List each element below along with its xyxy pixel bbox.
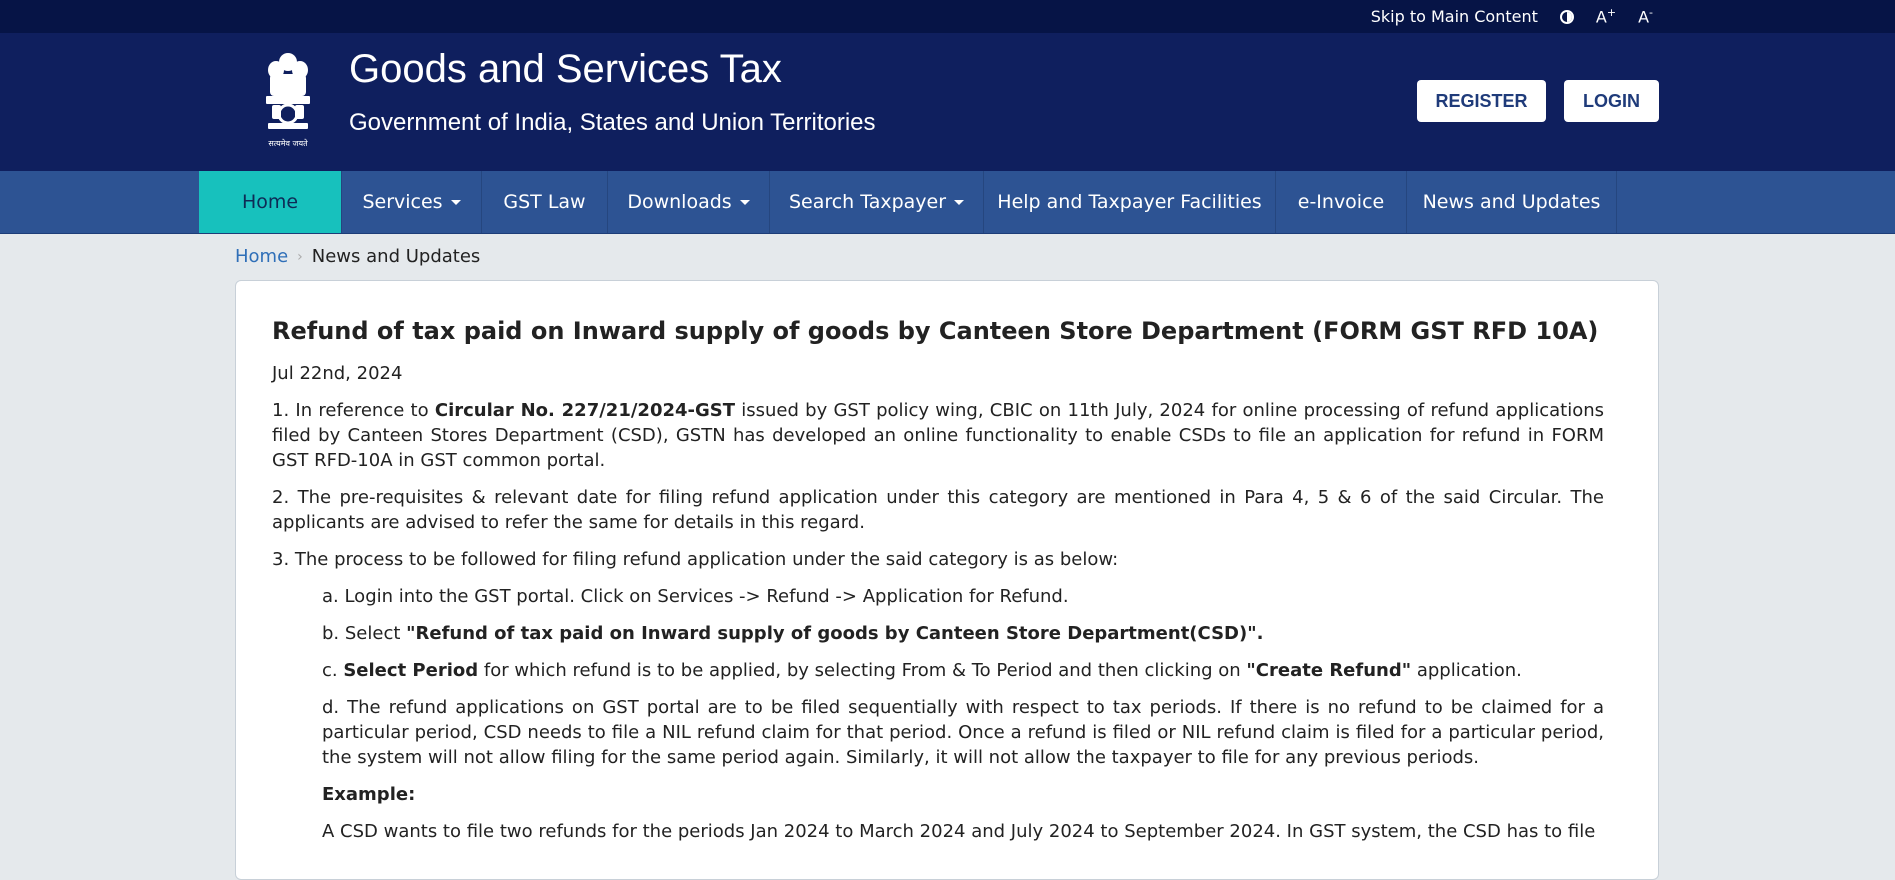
font-decrease-sup: - [1649, 6, 1653, 20]
example-label: Example: [322, 782, 1604, 807]
login-button[interactable]: LOGIN [1564, 80, 1659, 122]
nav-item-label: Services [362, 191, 443, 213]
step-b-bold: "Refund of tax paid on Inward supply of … [406, 623, 1264, 644]
step-c-text-e: application. [1411, 660, 1522, 681]
emblem-caption: सत्यमेव जयते [268, 138, 308, 148]
step-c-bold-1: Select Period [343, 660, 479, 681]
news-article-title: Refund of tax paid on Inward supply of g… [272, 317, 1599, 345]
nav-item-label: Downloads [627, 191, 732, 213]
nav-item-search-taxpayer[interactable]: Search Taxpayer [770, 171, 984, 233]
nav-item-label: Help and Taxpayer Facilities [997, 191, 1262, 213]
p1-text-a: 1. In reference to [272, 400, 435, 421]
site-subtitle: Government of India, States and Union Te… [349, 109, 876, 136]
circular-reference: Circular No. 227/21/2024-GST [434, 400, 735, 421]
font-increase-button[interactable]: A+ [1596, 6, 1616, 26]
font-decrease-label: A [1638, 7, 1650, 27]
utility-bar: Skip to Main Content A+ A- [0, 0, 1895, 33]
nav-item-services[interactable]: Services [342, 171, 482, 233]
nav-item-label: GST Law [503, 191, 586, 213]
nav-item-label: e-Invoice [1297, 191, 1385, 213]
step-b: b. Select "Refund of tax paid on Inward … [322, 621, 1604, 646]
nav-item-e-invoice[interactable]: e-Invoice [1276, 171, 1407, 233]
step-a: a. Login into the GST portal. Click on S… [322, 586, 1069, 607]
contrast-toggle-icon[interactable] [1559, 9, 1574, 24]
font-increase-label: A [1595, 7, 1607, 27]
news-article-date: Jul 22nd, 2024 [272, 363, 403, 384]
chevron-down-icon [954, 199, 965, 205]
example-text: A CSD wants to file two refunds for the … [322, 821, 1596, 842]
article-paragraph-1: 1. In reference to Circular No. 227/21/2… [272, 398, 1604, 473]
site-title: Goods and Services Tax [349, 47, 782, 91]
site-header: सत्यमेव जयते Goods and Services Tax Gove… [0, 33, 1895, 171]
breadcrumb-home-link[interactable]: Home [235, 246, 288, 267]
main-nav: Home Services GST Law Downloads Search T… [0, 171, 1895, 234]
news-article-card: Refund of tax paid on Inward supply of g… [235, 280, 1659, 880]
nav-item-help-taxpayer-facilities[interactable]: Help and Taxpayer Facilities [984, 171, 1276, 233]
skip-to-main-content-link[interactable]: Skip to Main Content [1371, 7, 1538, 26]
chevron-down-icon [739, 199, 750, 205]
breadcrumb: Home › News and Updates [235, 246, 480, 267]
nav-item-downloads[interactable]: Downloads [608, 171, 770, 233]
nav-list: Home Services GST Law Downloads Search T… [199, 171, 1617, 233]
step-c-text-a: c. [322, 660, 344, 681]
news-article-body: Refund of tax paid on Inward supply of g… [272, 317, 1604, 844]
example-label-bold: Example: [322, 784, 416, 805]
nav-item-label: Search Taxpayer [788, 191, 947, 213]
nav-item-news-and-updates[interactable]: News and Updates [1407, 171, 1617, 233]
nav-item-gst-law[interactable]: GST Law [482, 171, 608, 233]
national-emblem-logo[interactable]: सत्यमेव जयते [262, 48, 314, 158]
utility-links: Skip to Main Content A+ A- [1371, 0, 1653, 33]
breadcrumb-separator-icon: › [297, 248, 303, 265]
step-d: d. The refund applications on GST portal… [322, 697, 1604, 768]
process-steps: a. Login into the GST portal. Click on S… [322, 584, 1604, 844]
chevron-down-icon [450, 199, 461, 205]
article-paragraph-3: 3. The process to be followed for filing… [272, 549, 1119, 570]
step-c-bold-2: "Create Refund" [1246, 660, 1412, 681]
nav-item-label: Home [241, 191, 299, 213]
step-b-text-a: b. Select [322, 623, 407, 644]
nav-item-home[interactable]: Home [199, 171, 342, 233]
article-paragraph-2: 2. The pre-requisites & relevant date fo… [272, 487, 1604, 533]
font-decrease-button[interactable]: A- [1638, 6, 1653, 26]
register-button[interactable]: REGISTER [1417, 80, 1546, 122]
nav-item-label: News and Updates [1422, 191, 1601, 213]
font-increase-sup: + [1606, 6, 1617, 20]
breadcrumb-current: News and Updates [311, 246, 481, 267]
step-c: c. Select Period for which refund is to … [322, 658, 1604, 683]
step-c-text-c: for which refund is to be applied, by se… [478, 660, 1247, 681]
